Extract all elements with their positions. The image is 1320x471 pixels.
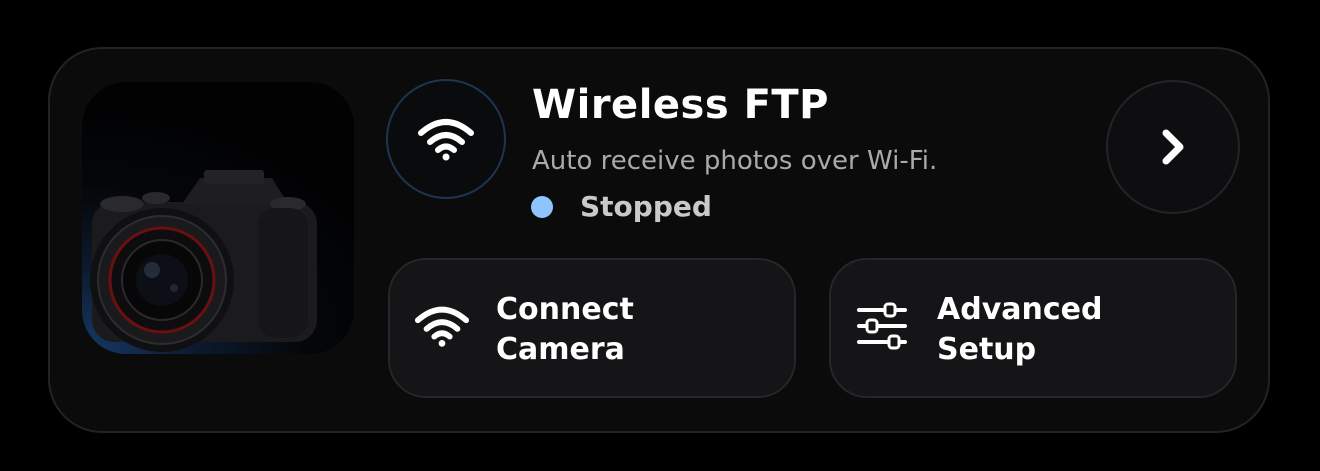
connect-camera-label: Connect Camera	[496, 290, 756, 370]
advanced-setup-button[interactable]: Advanced Setup	[829, 258, 1237, 398]
open-details-button[interactable]	[1106, 80, 1240, 214]
widget-title: Wireless FTP	[532, 82, 829, 128]
advanced-setup-label-line2: Setup	[937, 332, 1037, 367]
advanced-setup-label: Advanced Setup	[937, 290, 1197, 370]
sliders-icon	[857, 302, 907, 350]
connect-camera-label-line1: Connect	[496, 292, 634, 327]
connect-camera-label-line2: Camera	[496, 332, 625, 367]
chevron-right-icon	[1162, 129, 1184, 165]
wifi-icon	[418, 119, 474, 161]
status-indicator-dot	[531, 196, 553, 218]
widget-subtitle: Auto receive photos over Wi-Fi.	[532, 146, 938, 176]
camera-thumbnail	[82, 82, 354, 354]
status-label: Stopped	[580, 190, 712, 223]
connect-camera-button[interactable]: Connect Camera	[388, 258, 796, 398]
camera-icon	[90, 170, 317, 352]
wifi-icon	[414, 306, 470, 347]
advanced-setup-label-line1: Advanced	[937, 292, 1103, 327]
wifi-status-icon-circle	[386, 79, 506, 199]
